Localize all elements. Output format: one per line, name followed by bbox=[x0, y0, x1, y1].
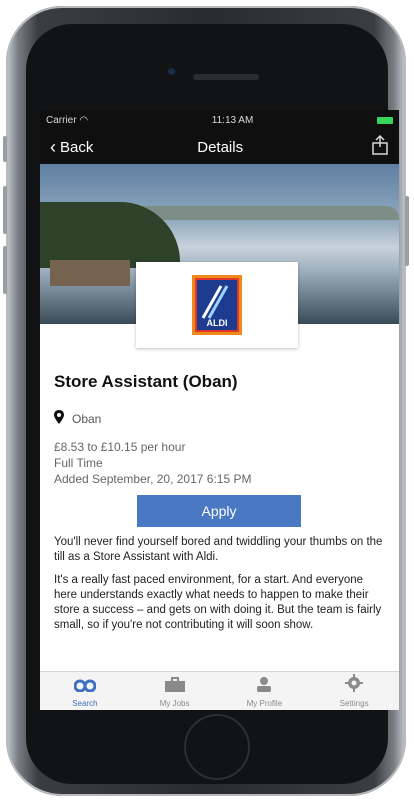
page-title: Details bbox=[197, 138, 244, 156]
carrier-label: Carrier ◠ bbox=[46, 114, 89, 126]
person-icon bbox=[254, 676, 274, 697]
job-location: Oban bbox=[54, 410, 384, 427]
location-pin-icon bbox=[54, 410, 64, 427]
aldi-logo: ALDI bbox=[192, 275, 242, 335]
briefcase-icon bbox=[164, 677, 186, 697]
back-button[interactable]: ‹ Back bbox=[50, 138, 93, 156]
front-camera bbox=[168, 68, 175, 75]
back-label: Back bbox=[60, 138, 94, 156]
power-button bbox=[405, 196, 409, 266]
status-time: 11:13 AM bbox=[211, 114, 254, 126]
job-details: Store Assistant (Oban) Oban £8.53 to £10… bbox=[54, 372, 384, 633]
battery-icon bbox=[377, 116, 393, 124]
tab-my-jobs[interactable]: My Jobs bbox=[132, 672, 218, 710]
tab-search-label: Search bbox=[72, 699, 98, 708]
status-bar: Carrier ◠ 11:13 AM bbox=[40, 110, 399, 130]
job-title: Store Assistant (Oban) bbox=[54, 372, 238, 391]
app-screen: Carrier ◠ 11:13 AM ‹ Back Details ALDI S… bbox=[40, 110, 399, 710]
harbour-buildings bbox=[50, 260, 130, 286]
apply-button[interactable]: Apply bbox=[137, 495, 301, 527]
tab-my-jobs-label: My Jobs bbox=[159, 699, 190, 708]
volume-down-button bbox=[3, 246, 7, 294]
gear-icon bbox=[345, 674, 364, 697]
description-paragraph-1: You'll never find yourself bored and twi… bbox=[54, 536, 383, 563]
earpiece-speaker bbox=[193, 74, 259, 80]
date-added: Added September, 20, 2017 6:15 PM bbox=[54, 472, 252, 486]
tab-settings[interactable]: Settings bbox=[311, 672, 397, 710]
logo-wordmark: ALDI bbox=[206, 318, 228, 328]
company-logo-card: ALDI bbox=[136, 262, 298, 348]
share-icon[interactable] bbox=[371, 134, 389, 159]
tab-bar: Search My Jobs My Profile Settings bbox=[40, 671, 399, 710]
binoculars-icon bbox=[73, 678, 97, 697]
side-button bbox=[3, 136, 7, 162]
tab-my-profile-label: My Profile bbox=[246, 699, 283, 708]
wifi-icon: ◠ bbox=[79, 114, 89, 126]
chevron-left-icon: ‹ bbox=[50, 137, 56, 157]
volume-up-button bbox=[3, 186, 7, 234]
job-meta: £8.53 to £10.15 per hour Full Time Added… bbox=[54, 439, 384, 487]
tab-search[interactable]: Search bbox=[42, 672, 128, 710]
tab-settings-label: Settings bbox=[339, 699, 369, 708]
employment-type: Full Time bbox=[54, 456, 103, 470]
pay-range: £8.53 to £10.15 per hour bbox=[54, 440, 186, 454]
hero-image: ALDI bbox=[40, 164, 399, 348]
description-paragraph-2: It's a really fast paced environment, fo… bbox=[54, 574, 382, 631]
distant-shore bbox=[130, 206, 399, 220]
location-label: Oban bbox=[72, 411, 102, 426]
home-button[interactable] bbox=[184, 714, 250, 780]
tab-my-profile[interactable]: My Profile bbox=[221, 672, 307, 710]
navigation-bar: ‹ Back Details bbox=[40, 130, 399, 164]
